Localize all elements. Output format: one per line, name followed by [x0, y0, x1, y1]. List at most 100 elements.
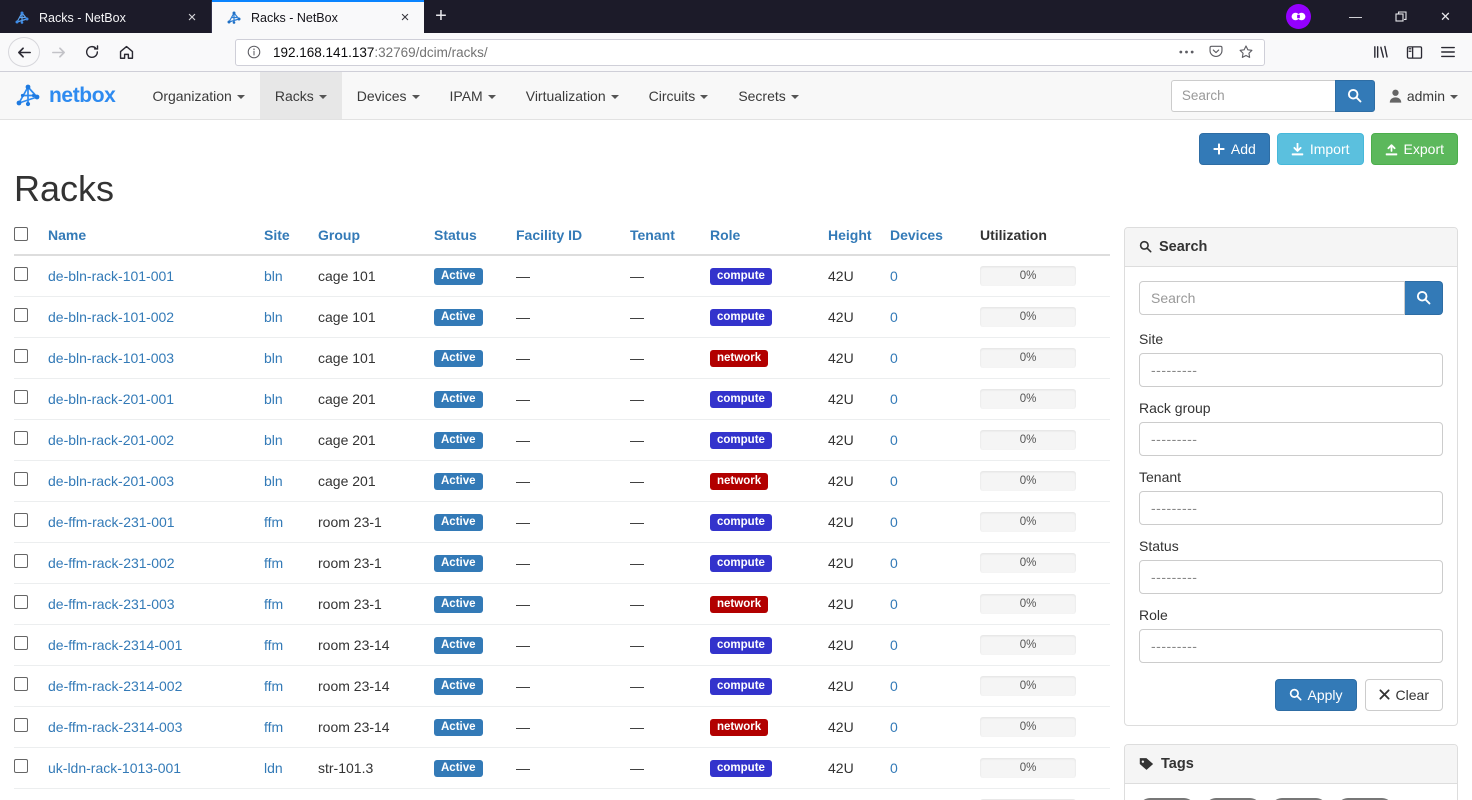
url-bar[interactable]: 192.168.141.137:32769/dcim/racks/ — [235, 38, 1265, 66]
user-menu[interactable]: admin — [1389, 88, 1458, 104]
window-maximize-button[interactable] — [1378, 0, 1423, 33]
row-checkbox[interactable] — [14, 431, 28, 446]
nav-item-racks[interactable]: Racks — [259, 72, 342, 119]
rack-name-link[interactable]: de-ffm-rack-2314-003 — [48, 719, 182, 735]
page-info-icon[interactable] — [243, 41, 265, 63]
header-facility-id[interactable]: Facility ID — [516, 226, 630, 256]
rack-name-link[interactable]: de-ffm-rack-2314-002 — [48, 678, 182, 694]
site-link[interactable]: ffm — [264, 719, 283, 735]
rack-name-link[interactable]: uk-ldn-rack-1013-001 — [48, 760, 181, 776]
browser-tab-1[interactable]: Racks - NetBox × — [0, 0, 212, 33]
row-checkbox[interactable] — [14, 759, 28, 774]
site-link[interactable]: ffm — [264, 678, 283, 694]
header-role[interactable]: Role — [710, 226, 828, 256]
filter-select-rack-group[interactable]: --------- — [1139, 421, 1443, 456]
rack-name-link[interactable]: de-bln-rack-101-003 — [48, 350, 174, 366]
rack-name-link[interactable]: de-ffm-rack-231-001 — [48, 514, 175, 530]
row-checkbox[interactable] — [14, 513, 28, 528]
rack-name-link[interactable]: de-bln-rack-101-001 — [48, 268, 174, 284]
rack-name-link[interactable]: de-ffm-rack-2314-001 — [48, 637, 182, 653]
devices-count-link[interactable]: 0 — [890, 555, 898, 571]
nav-item-secrets[interactable]: Secrets — [723, 72, 813, 119]
sidebar-toggle-icon[interactable] — [1398, 37, 1430, 67]
devices-count-link[interactable]: 0 — [890, 719, 898, 735]
clear-filter-button[interactable]: Clear — [1364, 678, 1443, 711]
row-checkbox[interactable] — [14, 267, 28, 282]
site-link[interactable]: bln — [264, 309, 283, 325]
row-checkbox[interactable] — [14, 718, 28, 733]
tab-close-icon[interactable]: × — [396, 9, 414, 27]
back-button[interactable] — [8, 37, 40, 67]
site-link[interactable]: bln — [264, 391, 283, 407]
rack-name-link[interactable]: de-ffm-rack-231-003 — [48, 596, 175, 612]
devices-count-link[interactable]: 0 — [890, 760, 898, 776]
row-checkbox[interactable] — [14, 472, 28, 487]
devices-count-link[interactable]: 0 — [890, 678, 898, 694]
site-link[interactable]: bln — [264, 350, 283, 366]
tab-close-icon[interactable]: × — [183, 9, 201, 27]
nav-item-devices[interactable]: Devices — [342, 72, 435, 119]
devices-count-link[interactable]: 0 — [890, 596, 898, 612]
library-icon[interactable] — [1364, 37, 1396, 67]
devices-count-link[interactable]: 0 — [890, 391, 898, 407]
site-link[interactable]: bln — [264, 473, 283, 489]
header-devices[interactable]: Devices — [890, 226, 980, 256]
app-menu-icon[interactable] — [1432, 37, 1464, 67]
sidebar-search-input[interactable] — [1139, 280, 1405, 315]
site-link[interactable]: bln — [264, 432, 283, 448]
nav-item-circuits[interactable]: Circuits — [634, 72, 724, 119]
devices-count-link[interactable]: 0 — [890, 432, 898, 448]
header-tenant[interactable]: Tenant — [630, 226, 710, 256]
header-site[interactable]: Site — [264, 226, 318, 256]
row-checkbox[interactable] — [14, 349, 28, 364]
netbox-logo[interactable]: netbox — [0, 72, 137, 119]
site-link[interactable]: ffm — [264, 555, 283, 571]
row-checkbox[interactable] — [14, 390, 28, 405]
export-button[interactable]: Export — [1370, 133, 1458, 165]
rack-name-link[interactable]: de-bln-rack-201-001 — [48, 391, 174, 407]
rack-name-link[interactable]: de-bln-rack-201-003 — [48, 473, 174, 489]
browser-tab-2[interactable]: Racks - NetBox × — [212, 0, 424, 33]
site-link[interactable]: ffm — [264, 596, 283, 612]
site-link[interactable]: ldn — [264, 760, 283, 776]
devices-count-link[interactable]: 0 — [890, 309, 898, 325]
rack-name-link[interactable]: de-bln-rack-101-002 — [48, 309, 174, 325]
devices-count-link[interactable]: 0 — [890, 268, 898, 284]
add-button[interactable]: Add — [1198, 133, 1270, 165]
window-close-button[interactable]: ✕ — [1423, 0, 1468, 33]
row-checkbox[interactable] — [14, 308, 28, 323]
nav-item-ipam[interactable]: IPAM — [435, 72, 511, 119]
import-button[interactable]: Import — [1276, 133, 1364, 165]
window-minimize-button[interactable]: — — [1333, 0, 1378, 33]
rack-name-link[interactable]: de-ffm-rack-231-002 — [48, 555, 175, 571]
header-name[interactable]: Name — [48, 226, 264, 256]
page-actions-icon[interactable] — [1175, 41, 1197, 63]
filter-select-tenant[interactable]: --------- — [1139, 490, 1443, 525]
row-checkbox[interactable] — [14, 677, 28, 692]
home-button[interactable] — [110, 37, 142, 67]
private-browsing-mask-icon[interactable] — [1286, 4, 1311, 29]
site-link[interactable]: bln — [264, 268, 283, 284]
row-checkbox[interactable] — [14, 554, 28, 569]
filter-select-role[interactable]: --------- — [1139, 628, 1443, 663]
rack-name-link[interactable]: de-bln-rack-201-002 — [48, 432, 174, 448]
filter-select-status[interactable]: --------- — [1139, 559, 1443, 594]
pocket-save-icon[interactable] — [1205, 41, 1227, 63]
navbar-search-input[interactable] — [1170, 79, 1335, 112]
devices-count-link[interactable]: 0 — [890, 514, 898, 530]
row-checkbox[interactable] — [14, 595, 28, 610]
nav-item-organization[interactable]: Organization — [137, 72, 259, 119]
site-link[interactable]: ffm — [264, 514, 283, 530]
navbar-search-button[interactable] — [1334, 79, 1375, 112]
apply-filter-button[interactable]: Apply — [1274, 678, 1357, 711]
select-all-checkbox[interactable] — [14, 226, 28, 241]
sidebar-search-button[interactable] — [1404, 280, 1443, 315]
devices-count-link[interactable]: 0 — [890, 637, 898, 653]
bookmark-star-icon[interactable] — [1235, 41, 1257, 63]
devices-count-link[interactable]: 0 — [890, 350, 898, 366]
devices-count-link[interactable]: 0 — [890, 473, 898, 489]
row-checkbox[interactable] — [14, 636, 28, 651]
site-link[interactable]: ffm — [264, 637, 283, 653]
new-tab-button[interactable]: + — [424, 0, 458, 33]
header-status[interactable]: Status — [434, 226, 516, 256]
